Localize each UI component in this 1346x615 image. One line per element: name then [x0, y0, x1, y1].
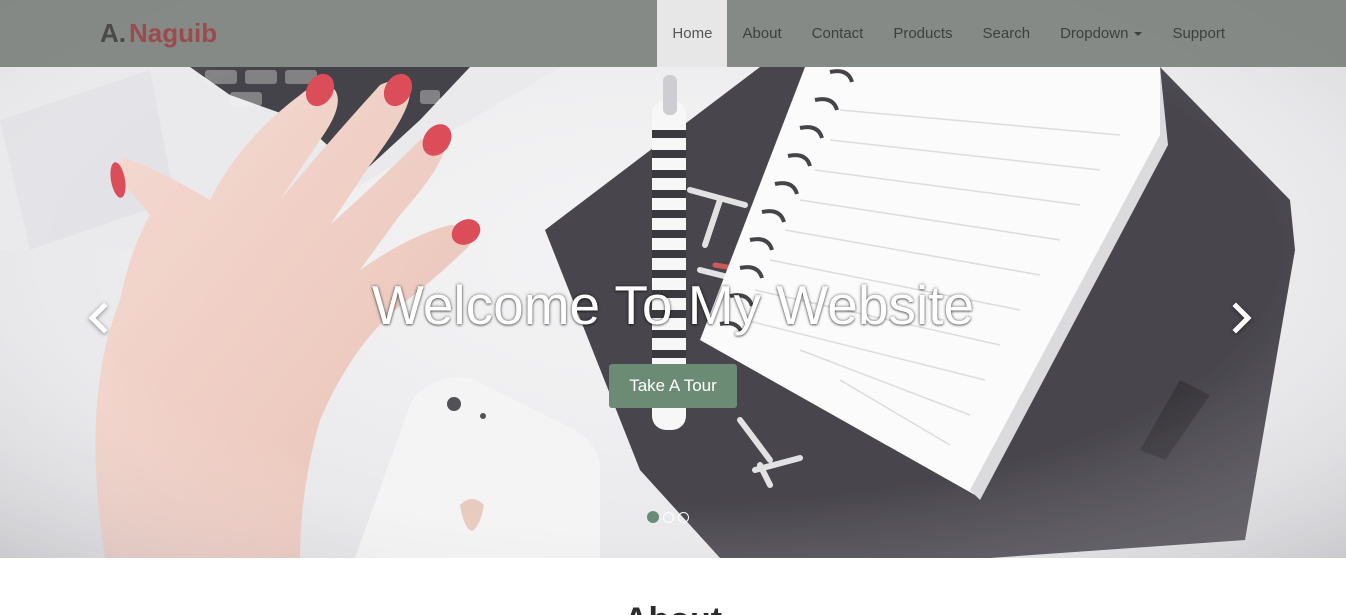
nav-label: About	[742, 25, 782, 42]
nav-item-products[interactable]: Products	[878, 0, 967, 67]
chevron-right-icon	[1232, 302, 1252, 334]
brand-initial: A.	[100, 18, 126, 48]
nav-label: Products	[893, 25, 953, 42]
hero-carousel: Welcome To My Website Take A Tour	[0, 0, 1346, 558]
carousel-indicator-2[interactable]	[663, 512, 674, 523]
carousel-prev-control[interactable]	[78, 298, 118, 338]
brand-logo[interactable]: A. Naguib	[100, 17, 217, 49]
about-section-title: About	[0, 600, 1346, 615]
chevron-left-icon	[88, 302, 108, 334]
nav-label: Search	[982, 25, 1031, 42]
nav-item-home[interactable]: Home	[657, 0, 728, 67]
nav-label: Support	[1172, 25, 1225, 42]
caret-down-icon	[1134, 32, 1143, 37]
nav-item-support[interactable]: Support	[1157, 0, 1240, 67]
brand-name: Naguib	[129, 18, 218, 48]
carousel-indicators	[647, 511, 689, 523]
nav-label: Home	[672, 25, 713, 42]
nav-item-contact[interactable]: Contact	[797, 0, 879, 67]
nav-label: Dropdown	[1060, 25, 1129, 42]
carousel-next-control[interactable]	[1222, 298, 1262, 338]
nav-label: Contact	[811, 25, 864, 42]
navbar: A. Naguib Home About Contact Products Sea…	[0, 0, 1346, 67]
carousel-indicator-1[interactable]	[647, 511, 659, 523]
nav-item-search[interactable]: Search	[968, 0, 1046, 67]
nav-menu: Home About Contact Products Search Dropd…	[657, 0, 1240, 67]
hero-title: Welcome To My Website	[371, 274, 975, 336]
carousel-caption: Welcome To My Website Take A Tour	[0, 272, 1346, 408]
carousel-indicator-3[interactable]	[678, 512, 689, 523]
take-a-tour-button[interactable]: Take A Tour	[609, 364, 737, 408]
nav-item-about[interactable]: About	[727, 0, 796, 67]
nav-item-dropdown[interactable]: Dropdown	[1045, 0, 1157, 67]
